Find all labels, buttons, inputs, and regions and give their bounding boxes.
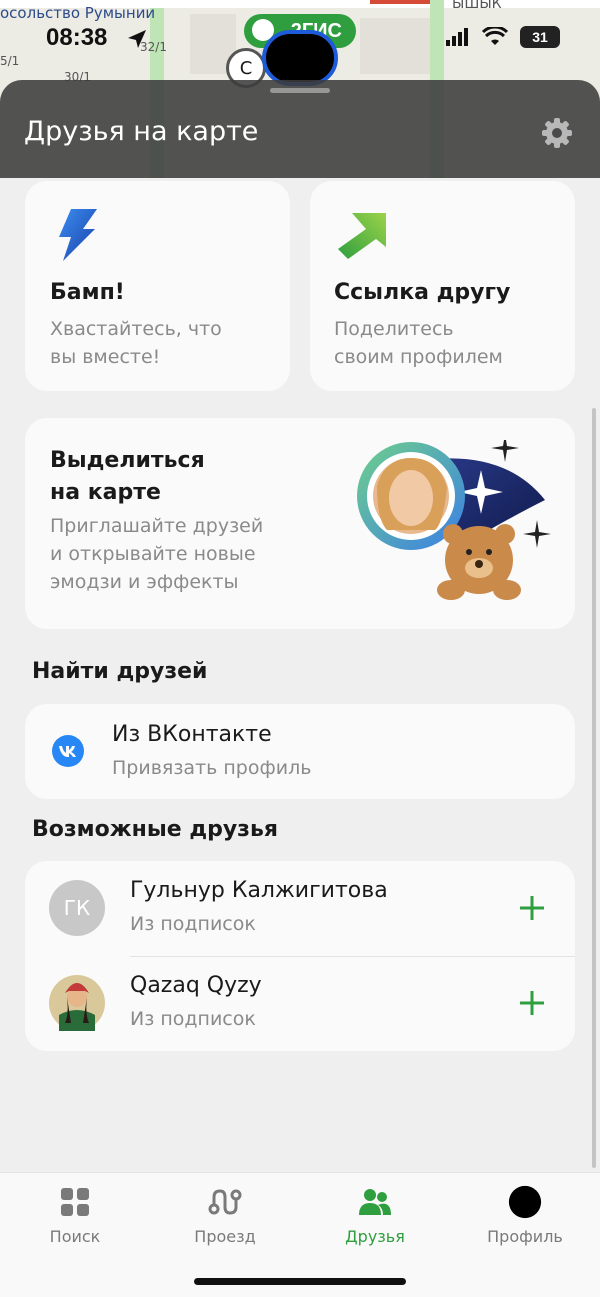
lightning-icon bbox=[59, 209, 97, 261]
tab-profile[interactable]: Профиль bbox=[450, 1173, 600, 1263]
status-icons: 31 bbox=[446, 26, 560, 48]
avatar-icon bbox=[508, 1185, 542, 1219]
tab-friends[interactable]: Друзья bbox=[300, 1173, 450, 1263]
add-friend-icon[interactable] bbox=[518, 894, 546, 922]
scrollbar[interactable] bbox=[592, 408, 596, 1168]
avatar: ГК bbox=[49, 880, 105, 936]
tab-search[interactable]: Поиск bbox=[0, 1173, 150, 1263]
list-item[interactable]: Qazaq Qyzy Из подписок bbox=[25, 956, 575, 1051]
highlight-subtitle: Приглашайте друзей и открывайте новые эм… bbox=[50, 515, 264, 593]
vk-subtitle: Привязать профиль bbox=[112, 757, 312, 779]
arrow-up-right-icon bbox=[338, 213, 386, 259]
route-icon bbox=[208, 1185, 242, 1219]
status-time: 08:38 bbox=[46, 24, 108, 51]
friend-name: Гульнур Калжигитова bbox=[130, 878, 388, 903]
vk-title: Из ВКонтакте bbox=[112, 722, 272, 747]
friends-icon bbox=[358, 1185, 392, 1219]
highlight-on-map-card[interactable]: Выделиться на карте Приглашайте друзей и… bbox=[25, 418, 575, 629]
grid-icon bbox=[58, 1185, 92, 1219]
camera-cutout bbox=[262, 30, 338, 86]
signal-icon bbox=[446, 28, 468, 46]
find-friends-heading: Найти друзей bbox=[32, 659, 208, 684]
friend-name: Qazaq Qyzy bbox=[130, 973, 262, 998]
vk-connect-row[interactable]: Из ВКонтакте Привязать профиль bbox=[25, 704, 575, 799]
add-friend-icon[interactable] bbox=[518, 989, 546, 1017]
bump-subtitle: Хвастайтесь, что вы вместе! bbox=[50, 318, 222, 368]
bump-title: Бамп! bbox=[50, 280, 125, 305]
vk-icon bbox=[52, 735, 84, 767]
friend-source: Из подписок bbox=[130, 1008, 256, 1030]
list-item[interactable]: ГК Гульнур Калжигитова Из подписок bbox=[25, 861, 575, 956]
share-link-card[interactable]: Ссылка другу Поделитесь своим профилем bbox=[310, 181, 575, 391]
tab-route[interactable]: Проезд bbox=[150, 1173, 300, 1263]
page-title: Друзья на карте bbox=[24, 116, 259, 147]
possible-friends-list: ГК Гульнур Калжигитова Из подписок Qazaq… bbox=[25, 861, 575, 1051]
tab-label: Поиск bbox=[49, 1227, 101, 1246]
gear-icon[interactable] bbox=[540, 116, 574, 150]
sheet-header: Друзья на карте bbox=[0, 80, 600, 178]
home-indicator[interactable] bbox=[194, 1278, 406, 1285]
share-link-title: Ссылка другу bbox=[334, 280, 511, 305]
bump-card[interactable]: Бамп! Хвастайтесь, что вы вместе! bbox=[25, 181, 290, 391]
tab-label: Профиль bbox=[487, 1227, 563, 1246]
location-arrow-icon bbox=[128, 30, 146, 48]
possible-friends-heading: Возможные друзья bbox=[32, 817, 279, 842]
share-link-subtitle: Поделитесь своим профилем bbox=[334, 318, 503, 368]
avatar bbox=[49, 975, 105, 1031]
drag-handle[interactable] bbox=[270, 88, 330, 93]
friends-content: Бамп! Хвастайтесь, что вы вместе! Ссылка… bbox=[0, 178, 600, 1172]
tab-label: Проезд bbox=[194, 1227, 256, 1246]
tab-label: Друзья bbox=[345, 1227, 405, 1246]
teddy-bear bbox=[437, 524, 521, 600]
highlight-title: Выделиться на карте bbox=[50, 448, 205, 505]
promo-illustration bbox=[357, 440, 551, 600]
battery-indicator: 31 bbox=[520, 26, 560, 48]
wifi-icon bbox=[482, 27, 508, 45]
friend-source: Из подписок bbox=[130, 913, 256, 935]
